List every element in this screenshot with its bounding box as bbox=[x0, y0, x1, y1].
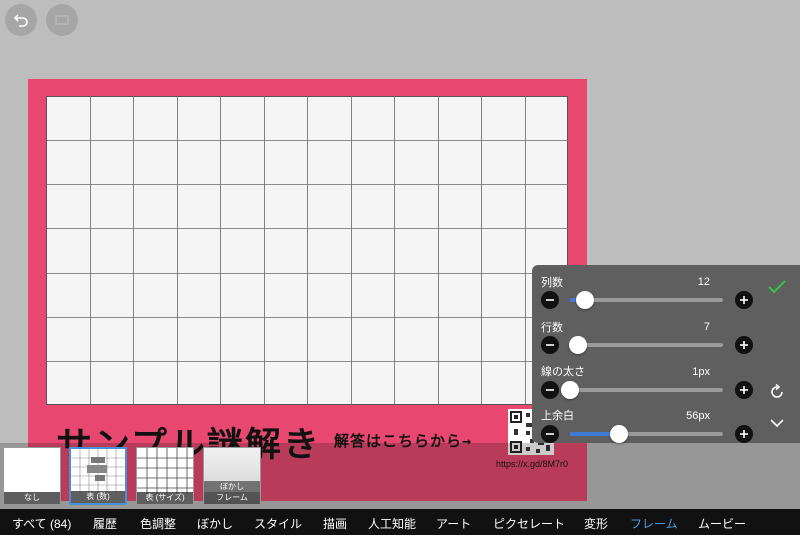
minus-icon bbox=[546, 344, 554, 346]
preset-none[interactable]: なし bbox=[3, 447, 61, 505]
line-width-slider[interactable] bbox=[561, 381, 723, 399]
preset-frame-blur[interactable]: ぼかし フレーム bbox=[203, 447, 261, 505]
plus-icon bbox=[740, 386, 748, 394]
rows-slider[interactable] bbox=[568, 336, 723, 354]
preset-label: なし bbox=[4, 492, 60, 504]
line-width-value: 1px bbox=[692, 366, 710, 378]
tab-history[interactable]: 履歴 bbox=[93, 515, 117, 532]
tab-blur[interactable]: ぼかし bbox=[197, 515, 233, 532]
columns-increase-button[interactable] bbox=[735, 291, 753, 309]
top-margin-label: 上余白 bbox=[541, 410, 574, 422]
slider-thumb[interactable] bbox=[568, 336, 587, 354]
plus-icon bbox=[740, 430, 748, 438]
chevron-down-icon bbox=[770, 419, 784, 428]
tab-transform[interactable]: 変形 bbox=[584, 515, 608, 532]
columns-slider[interactable] bbox=[570, 291, 723, 309]
preset-table-size[interactable]: 表 (サイズ) bbox=[136, 447, 194, 505]
rows-value: 7 bbox=[703, 321, 710, 333]
rows-decrease-button[interactable] bbox=[541, 336, 559, 354]
minus-icon bbox=[546, 433, 554, 435]
top-margin-increase-button[interactable] bbox=[735, 425, 753, 443]
collapse-button[interactable] bbox=[767, 413, 787, 433]
slider-thumb[interactable] bbox=[609, 425, 628, 443]
grid-lines bbox=[46, 96, 568, 405]
rows-increase-button[interactable] bbox=[735, 336, 753, 354]
tab-style[interactable]: スタイル bbox=[254, 515, 302, 532]
confirm-button[interactable] bbox=[767, 277, 787, 297]
preset-badge: ぼかし bbox=[204, 481, 260, 492]
preset-table-count[interactable]: 表 (数) bbox=[69, 447, 127, 505]
slider-thumb[interactable] bbox=[576, 291, 595, 309]
rows-label: 行数 bbox=[541, 322, 563, 334]
top-margin-value: 56px bbox=[686, 410, 710, 422]
preset-label: 表 (数) bbox=[71, 491, 125, 503]
reset-button[interactable] bbox=[767, 382, 787, 402]
tab-color-adjust[interactable]: 色調整 bbox=[140, 515, 176, 532]
layers-icon bbox=[55, 15, 69, 25]
tab-all[interactable]: すべて (84) bbox=[12, 515, 71, 532]
columns-label: 列数 bbox=[541, 277, 563, 289]
category-tab-bar: すべて (84) 履歴 色調整 ぼかし スタイル 描画 人工知能 アート ピクセ… bbox=[0, 509, 800, 535]
slider-thumb[interactable] bbox=[561, 381, 579, 399]
undo-button[interactable] bbox=[5, 4, 37, 36]
grid-settings-panel: 列数 12 行数 7 線の太さ 1px 上余白 56px bbox=[532, 265, 800, 443]
tab-ai[interactable]: 人工知能 bbox=[368, 515, 416, 532]
table-thumbnail-icon bbox=[71, 449, 125, 493]
columns-value: 12 bbox=[697, 276, 710, 288]
plus-icon bbox=[740, 341, 748, 349]
tab-draw[interactable]: 描画 bbox=[323, 515, 347, 532]
top-margin-decrease-button[interactable] bbox=[541, 425, 559, 443]
minus-icon bbox=[546, 299, 554, 301]
checkmark-icon bbox=[768, 280, 786, 294]
line-width-increase-button[interactable] bbox=[735, 381, 753, 399]
preset-label: 表 (サイズ) bbox=[137, 492, 193, 504]
tab-movie[interactable]: ムービー bbox=[698, 515, 746, 532]
tab-frame[interactable]: フレーム bbox=[630, 515, 678, 532]
refresh-icon bbox=[771, 384, 783, 398]
tab-pixelate[interactable]: ピクセレート bbox=[493, 515, 565, 532]
line-width-label: 線の太さ bbox=[541, 366, 585, 378]
plus-icon bbox=[740, 296, 748, 304]
table-thumbnail-icon bbox=[137, 448, 193, 494]
grid-table bbox=[46, 96, 568, 405]
undo-icon bbox=[13, 14, 28, 27]
top-margin-slider[interactable] bbox=[570, 425, 723, 443]
line-width-decrease-button[interactable] bbox=[541, 381, 559, 399]
minus-icon bbox=[546, 389, 554, 391]
columns-decrease-button[interactable] bbox=[541, 291, 559, 309]
history-button[interactable] bbox=[46, 4, 78, 36]
tab-art[interactable]: アート bbox=[436, 515, 471, 532]
grid-border bbox=[46, 96, 568, 405]
preset-label: フレーム bbox=[204, 492, 260, 504]
